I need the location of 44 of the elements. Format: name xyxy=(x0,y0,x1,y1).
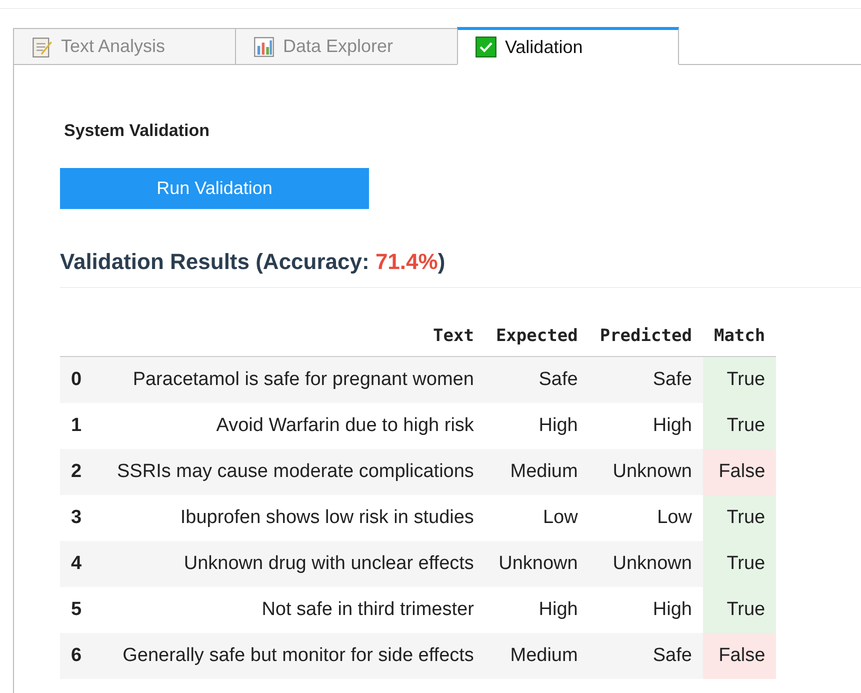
tab[interactable]: Text Analysis xyxy=(13,28,235,65)
table-cell: Unknown xyxy=(588,449,703,495)
row-index: 5 xyxy=(60,587,106,633)
section-title: System Validation xyxy=(64,121,210,141)
table-cell: Medium xyxy=(484,633,589,679)
table-cell: High xyxy=(484,403,589,449)
table-cell: Low xyxy=(588,495,703,541)
tab[interactable]: Validation xyxy=(457,27,679,65)
match-cell: False xyxy=(702,449,776,495)
notepad-icon xyxy=(31,36,53,58)
table-cell: High xyxy=(588,587,703,633)
match-cell: True xyxy=(702,541,776,587)
row-index: 6 xyxy=(60,633,106,679)
row-index: 4 xyxy=(60,541,106,587)
table-cell: Low xyxy=(484,495,589,541)
table-cell: High xyxy=(484,587,589,633)
bar-chart-icon xyxy=(253,36,275,58)
results-heading: Validation Results (Accuracy: 71.4%) xyxy=(60,249,861,288)
table-cell: Not safe in third trimester xyxy=(106,587,485,633)
match-cell: True xyxy=(702,495,776,541)
row-index: 2 xyxy=(60,449,106,495)
match-cell: False xyxy=(702,633,776,679)
table-cell: Safe xyxy=(484,356,589,403)
table-cell: Medium xyxy=(484,449,589,495)
table-cell: Unknown xyxy=(484,541,589,587)
table-cell: Avoid Warfarin due to high risk xyxy=(106,403,485,449)
table-cell: High xyxy=(588,403,703,449)
row-index: 3 xyxy=(60,495,106,541)
match-cell: True xyxy=(702,587,776,633)
checkmark-icon xyxy=(475,36,497,58)
table-cell: Unknown xyxy=(588,541,703,587)
match-cell: True xyxy=(702,356,776,403)
row-index: 1 xyxy=(60,403,106,449)
run-validation-button[interactable]: Run Validation xyxy=(60,168,369,209)
table-cell: Safe xyxy=(588,356,703,403)
tab[interactable]: Data Explorer xyxy=(235,28,457,65)
table-cell: Generally safe but monitor for side effects xyxy=(106,633,485,679)
table-cell: SSRIs may cause moderate complications xyxy=(106,449,485,495)
table-cell: Unknown drug with unclear effects xyxy=(106,541,485,587)
table-cell: Paracetamol is safe for pregnant women xyxy=(106,356,485,403)
row-index: 0 xyxy=(60,356,106,403)
table-cell: Safe xyxy=(588,633,703,679)
match-cell: True xyxy=(702,403,776,449)
table-cell: Ibuprofen shows low risk in studies xyxy=(106,495,485,541)
